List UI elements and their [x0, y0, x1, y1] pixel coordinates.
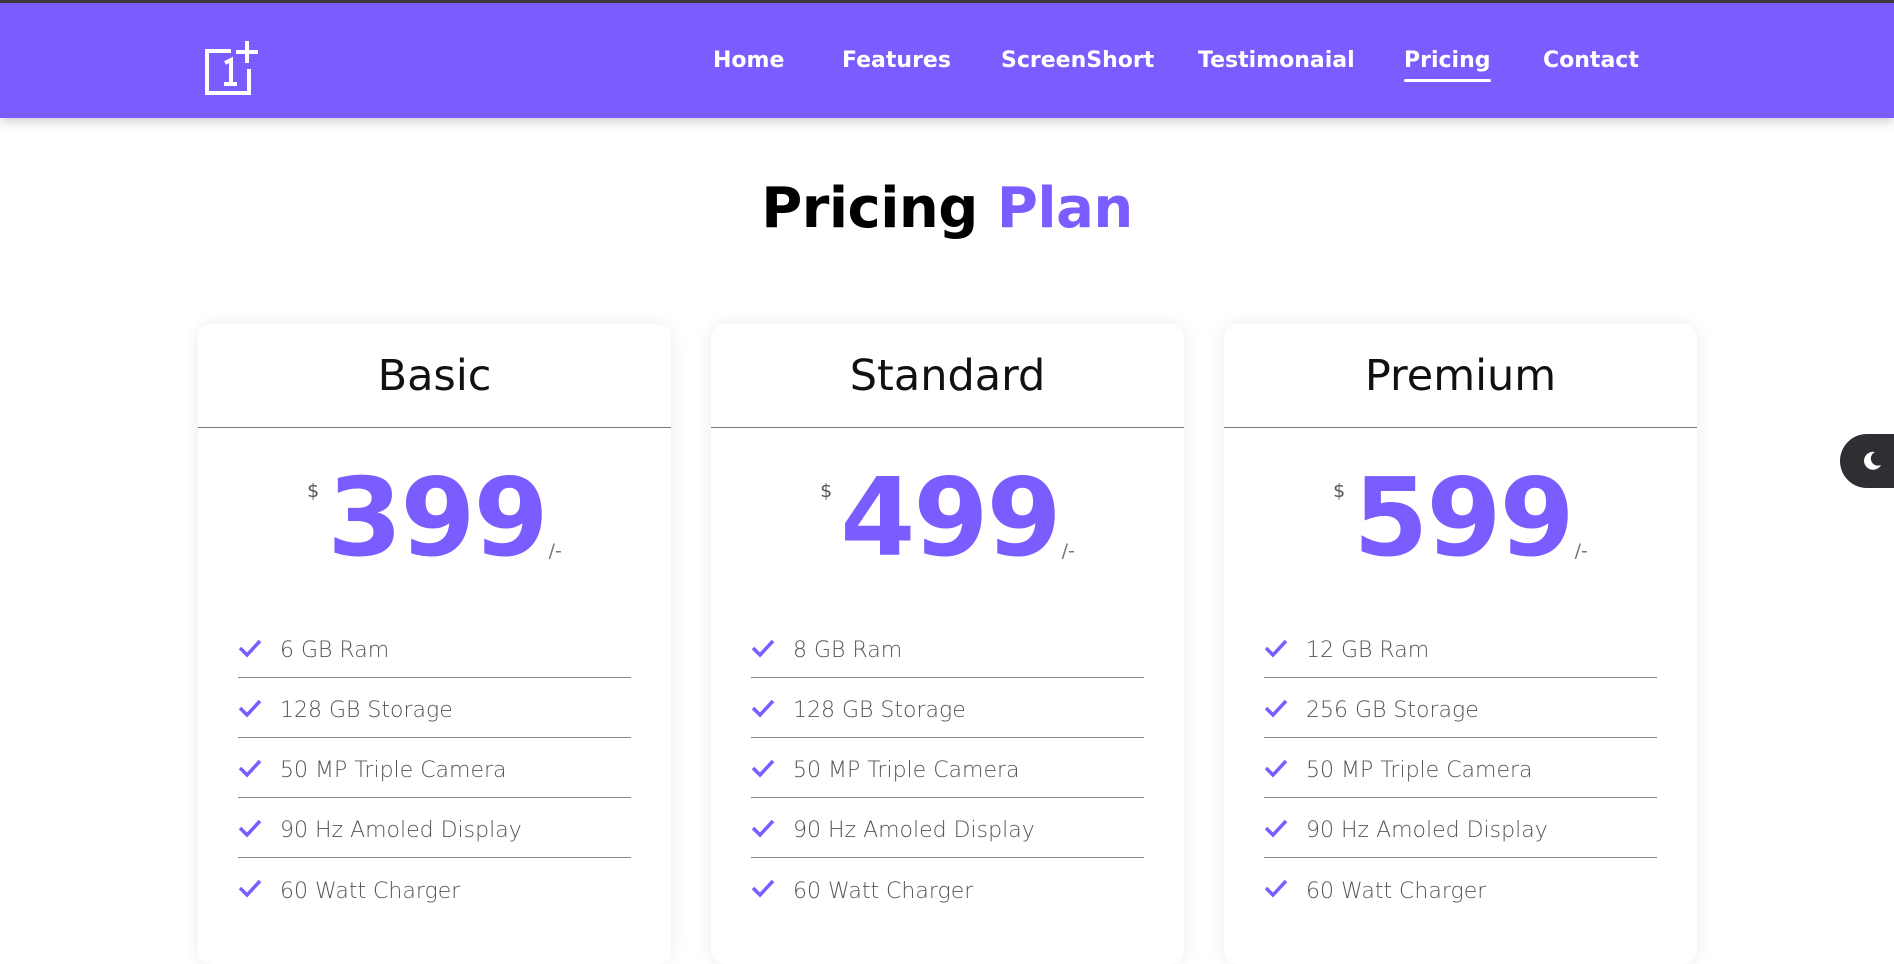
price-suffix: /- — [1574, 540, 1588, 562]
nav-menu: Home Features ScreenShort Testimonaial P… — [0, 3, 1894, 118]
check-icon — [1264, 699, 1288, 718]
moon-icon — [1864, 451, 1881, 470]
price-suffix: /- — [1061, 540, 1075, 562]
feature-label: 12 GB Ram — [1306, 638, 1430, 663]
feature-item: 50 MP Triple Camera — [1264, 738, 1657, 798]
currency-symbol: $ — [307, 480, 320, 502]
title-accent: Plan — [996, 176, 1133, 241]
feature-list: 6 GB Ram 128 GB Storage 50 MP Triple Cam… — [238, 618, 631, 918]
feature-label: 128 GB Storage — [793, 698, 966, 723]
nav-testimonaial[interactable]: Testimonaial — [1198, 47, 1355, 75]
price-row: $399/- — [198, 428, 671, 588]
feature-item: 50 MP Triple Camera — [751, 738, 1144, 798]
feature-item: 128 GB Storage — [238, 678, 631, 738]
section-title: Pricing Plan — [0, 176, 1894, 241]
check-icon — [751, 819, 775, 838]
check-icon — [238, 699, 262, 718]
title-main: Pricing — [761, 176, 978, 241]
feature-label: 6 GB Ram — [280, 638, 390, 663]
check-icon — [238, 879, 262, 898]
price-row: $499/- — [711, 428, 1184, 588]
check-icon — [1264, 759, 1288, 778]
currency-symbol: $ — [1333, 480, 1346, 502]
feature-label: 90 Hz Amoled Display — [280, 818, 522, 843]
price-amount: 399 — [327, 456, 548, 581]
check-icon — [238, 639, 262, 658]
feature-label: 256 GB Storage — [1306, 698, 1479, 723]
feature-list: 12 GB Ram 256 GB Storage 50 MP Triple Ca… — [1264, 618, 1657, 918]
feature-item: 90 Hz Amoled Display — [238, 798, 631, 858]
feature-item: 60 Watt Charger — [751, 858, 1144, 918]
nav-contact[interactable]: Contact — [1543, 47, 1639, 75]
feature-label: 128 GB Storage — [280, 698, 453, 723]
check-icon — [238, 759, 262, 778]
feature-item: 50 MP Triple Camera — [238, 738, 631, 798]
feature-item: 128 GB Storage — [751, 678, 1144, 738]
feature-label: 8 GB Ram — [793, 638, 903, 663]
price-row: $599/- — [1224, 428, 1697, 588]
feature-item: 6 GB Ram — [238, 618, 631, 678]
dark-mode-toggle[interactable] — [1840, 434, 1894, 488]
feature-label: 50 MP Triple Camera — [793, 758, 1020, 783]
check-icon — [751, 879, 775, 898]
nav-features[interactable]: Features — [842, 47, 951, 75]
pricing-card-standard: Standard $499/- 8 GB Ram 128 GB Storage … — [711, 324, 1184, 964]
check-icon — [1264, 819, 1288, 838]
feature-label: 90 Hz Amoled Display — [1306, 818, 1548, 843]
feature-label: 60 Watt Charger — [793, 878, 974, 904]
feature-item: 60 Watt Charger — [1264, 858, 1657, 918]
plan-name: Basic — [198, 324, 671, 428]
feature-item: 90 Hz Amoled Display — [1264, 798, 1657, 858]
check-icon — [751, 699, 775, 718]
check-icon — [1264, 639, 1288, 658]
check-icon — [751, 759, 775, 778]
nav-pricing[interactable]: Pricing — [1404, 47, 1491, 82]
pricing-card-premium: Premium $599/- 12 GB Ram 256 GB Storage … — [1224, 324, 1697, 964]
feature-list: 8 GB Ram 128 GB Storage 50 MP Triple Cam… — [751, 618, 1144, 918]
feature-label: 60 Watt Charger — [280, 878, 461, 904]
check-icon — [751, 639, 775, 658]
nav-screenshort[interactable]: ScreenShort — [1001, 47, 1154, 75]
nav-home[interactable]: Home — [713, 47, 784, 75]
feature-item: 256 GB Storage — [1264, 678, 1657, 738]
check-icon — [238, 819, 262, 838]
feature-item: 12 GB Ram — [1264, 618, 1657, 678]
plan-name: Premium — [1224, 324, 1697, 428]
feature-item: 90 Hz Amoled Display — [751, 798, 1144, 858]
plan-name: Standard — [711, 324, 1184, 428]
feature-item: 8 GB Ram — [751, 618, 1144, 678]
pricing-card-basic: Basic $399/- 6 GB Ram 128 GB Storage 50 … — [198, 324, 671, 964]
feature-label: 90 Hz Amoled Display — [793, 818, 1035, 843]
price-amount: 599 — [1353, 456, 1574, 581]
feature-label: 60 Watt Charger — [1306, 878, 1487, 904]
navbar: Home Features ScreenShort Testimonaial P… — [0, 3, 1894, 118]
feature-label: 50 MP Triple Camera — [1306, 758, 1533, 783]
price-suffix: /- — [548, 540, 562, 562]
currency-symbol: $ — [820, 480, 833, 502]
check-icon — [1264, 879, 1288, 898]
feature-label: 50 MP Triple Camera — [280, 758, 507, 783]
price-amount: 499 — [840, 456, 1061, 581]
feature-item: 60 Watt Charger — [238, 858, 631, 918]
